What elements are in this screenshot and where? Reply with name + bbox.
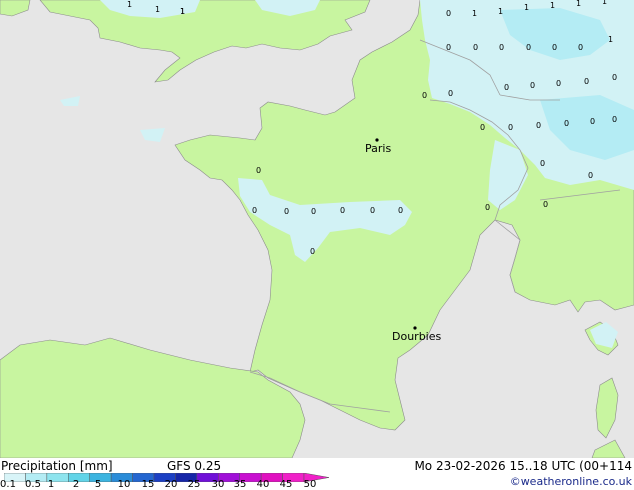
valid-time: Mo 23-02-2026 15..18 UTC (00+114 bbox=[414, 459, 632, 473]
weather-map-frame: 1111111111100000000000000000000000000000… bbox=[0, 0, 634, 490]
precip-value: 0 bbox=[578, 43, 583, 52]
precip-value: 0 bbox=[485, 203, 490, 212]
precip-value: 1 bbox=[155, 5, 160, 14]
precip-value: 0 bbox=[310, 247, 315, 256]
precip-value: 1 bbox=[608, 35, 613, 44]
map-footer: Precipitation [mm] GFS 0.25 Mo 23-02-202… bbox=[0, 458, 634, 490]
precip-value: 0 bbox=[422, 91, 427, 100]
precip-value: 0 bbox=[370, 206, 375, 215]
precip-value: 0 bbox=[508, 123, 513, 132]
precip-value: 0 bbox=[448, 89, 453, 98]
precip-value: 0 bbox=[556, 79, 561, 88]
city-label: Paris bbox=[365, 142, 391, 155]
precip-value: 1 bbox=[472, 9, 477, 18]
precip-value: 0 bbox=[552, 43, 557, 52]
legend-tick-label: 25 bbox=[187, 479, 201, 490]
credit-link[interactable]: ©weatheronline.co.uk bbox=[510, 475, 632, 489]
precip-value: 0 bbox=[504, 83, 509, 92]
legend-tick-label: 5 bbox=[94, 479, 102, 490]
precip-value: 0 bbox=[473, 43, 478, 52]
legend-tick-label: 40 bbox=[256, 479, 270, 490]
precip-value: 0 bbox=[536, 121, 541, 130]
precip-value: 1 bbox=[127, 0, 132, 9]
precip-value: 1 bbox=[180, 7, 185, 16]
precip-value: 1 bbox=[524, 3, 529, 12]
legend-tick-label: 35 bbox=[233, 479, 247, 490]
model-name: GFS 0.25 bbox=[167, 459, 222, 473]
precip-value: 1 bbox=[498, 7, 503, 16]
precip-value: 0 bbox=[530, 81, 535, 90]
precip-value: 0 bbox=[526, 43, 531, 52]
precip-value: 0 bbox=[588, 171, 593, 180]
precip-value: 0 bbox=[499, 43, 504, 52]
precip-value: 0 bbox=[540, 159, 545, 168]
precip-value: 0 bbox=[612, 73, 617, 82]
precip-value: 0 bbox=[480, 123, 485, 132]
precip-value: 0 bbox=[311, 207, 316, 216]
precip-value: 0 bbox=[564, 119, 569, 128]
precip-value: 0 bbox=[590, 117, 595, 126]
precipitation-map: 1 111 1 1 1 1 111 00 0 0 0 0 00 00 0 0 0 00 0 0 0 0 000 0 0 0 0 000… bbox=[0, 0, 634, 458]
city-label: Dourbies bbox=[392, 330, 442, 343]
legend-tick-label: 0.5 bbox=[25, 479, 41, 490]
legend-tick-label: 15 bbox=[141, 479, 155, 490]
precip-value: 0 bbox=[543, 200, 548, 209]
precip-value: 1 bbox=[550, 1, 555, 10]
legend-tick-label: 20 bbox=[164, 479, 178, 490]
product-title: Precipitation [mm] bbox=[1, 459, 113, 473]
legend-tick-label: 1 bbox=[47, 479, 55, 490]
precip-value: 0 bbox=[252, 206, 257, 215]
legend-tick-label: 50 bbox=[303, 479, 317, 490]
precip-value: 0 bbox=[256, 166, 261, 175]
legend-tick-label: 45 bbox=[279, 479, 293, 490]
precip-value: 0 bbox=[340, 206, 345, 215]
precip-value: 0 bbox=[284, 207, 289, 216]
legend-tick-label: 2 bbox=[72, 479, 80, 490]
precip-value: 0 bbox=[612, 115, 617, 124]
legend-tick-label: 10 bbox=[117, 479, 131, 490]
legend-tick-label: 30 bbox=[211, 479, 225, 490]
precip-value: 0 bbox=[584, 77, 589, 86]
precip-value: 0 bbox=[446, 9, 451, 18]
precip-value: 0 bbox=[446, 43, 451, 52]
precip-value: 1 bbox=[602, 0, 607, 6]
precip-value: 0 bbox=[398, 206, 403, 215]
legend-tick-label: 0.1 bbox=[0, 479, 16, 490]
precip-value: 1 bbox=[576, 0, 581, 8]
legend-ticks: 0.1 0.5 1 2 5 10 15 20 25 30 35 40 45 50 bbox=[0, 480, 330, 490]
